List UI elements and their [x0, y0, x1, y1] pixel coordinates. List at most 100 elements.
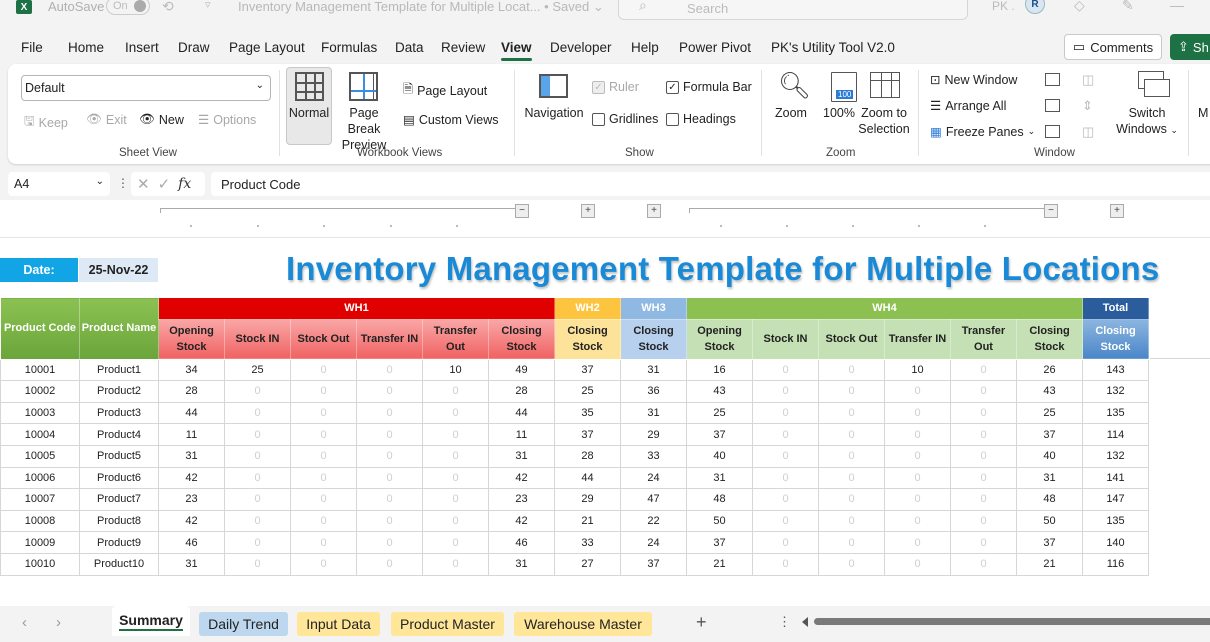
cell-wh1-transfer-out[interactable]: 0: [422, 401, 489, 425]
zoom-button[interactable]: Zoom: [770, 105, 812, 121]
cell-wh1-stock-in[interactable]: 25: [224, 358, 291, 382]
header-wh1-stock-in[interactable]: Stock IN: [224, 318, 291, 360]
cell-wh1-transfer-in[interactable]: 0: [356, 509, 423, 533]
customize-qat-icon[interactable]: ▿: [205, 0, 211, 11]
tab-view[interactable]: View: [501, 40, 532, 61]
cell-wh4-opening-stock[interactable]: 16: [686, 358, 753, 382]
cell-wh1-stock-out[interactable]: 0: [290, 401, 357, 425]
cell-wh4-stock-out[interactable]: 0: [818, 531, 885, 554]
cell-wh1-closing-stock[interactable]: 44: [488, 401, 555, 425]
cell-wh2-closing-stock[interactable]: 28: [554, 444, 621, 468]
expand-group-button[interactable]: +: [581, 204, 595, 218]
cell-product-code[interactable]: 10010: [0, 552, 80, 576]
cell-wh4-closing-stock[interactable]: 43: [1016, 380, 1083, 403]
cell-wh1-stock-out[interactable]: 0: [290, 509, 357, 533]
cell-wh4-transfer-in[interactable]: 0: [884, 488, 951, 511]
cell-wh2-closing-stock[interactable]: 29: [554, 488, 621, 511]
cell-wh1-transfer-out[interactable]: 10: [422, 358, 489, 382]
scroll-tabs-left-icon[interactable]: ‹: [22, 614, 27, 631]
cell-wh1-transfer-out[interactable]: 0: [422, 466, 489, 490]
cell-wh4-transfer-out[interactable]: 0: [950, 358, 1017, 382]
collapse-group-button[interactable]: −: [515, 204, 529, 218]
cell-wh4-transfer-out[interactable]: 0: [950, 401, 1017, 425]
page-layout-view-button[interactable]: 🗎 Page Layout: [403, 80, 487, 101]
cell-wh1-opening-stock[interactable]: 42: [158, 466, 225, 490]
header-wh1[interactable]: WH1: [158, 297, 555, 320]
cell-wh1-opening-stock[interactable]: 11: [158, 423, 225, 446]
cell-wh4-transfer-in[interactable]: 0: [884, 444, 951, 468]
scroll-tabs-right-icon[interactable]: ›: [56, 614, 61, 631]
cell-wh3-closing-stock[interactable]: 24: [620, 466, 687, 490]
diamond-icon[interactable]: ◇: [1074, 0, 1085, 14]
search-input[interactable]: ⌕ Search: [618, 0, 968, 20]
date-label[interactable]: Date:: [0, 258, 78, 282]
header-wh3[interactable]: WH3: [620, 297, 687, 320]
formula-input[interactable]: Product Code: [211, 172, 1210, 196]
header-wh4-opening-stock[interactable]: Opening Stock: [686, 318, 753, 360]
insert-function-icon[interactable]: fx: [178, 176, 191, 192]
cell-wh1-stock-in[interactable]: 0: [224, 466, 291, 490]
header-wh1-transfer-in[interactable]: Transfer IN: [356, 318, 423, 360]
cell-product-name[interactable]: Product9: [79, 531, 159, 554]
cell-wh1-stock-out[interactable]: 0: [290, 488, 357, 511]
header-wh4-transfer-in[interactable]: Transfer IN: [884, 318, 951, 360]
macros-button[interactable]: M: [1198, 105, 1208, 121]
view-side-by-side-icon[interactable]: ◫: [1082, 72, 1094, 88]
cell-wh1-stock-in[interactable]: 0: [224, 401, 291, 425]
cell-wh1-transfer-out[interactable]: 0: [422, 488, 489, 511]
cell-wh3-closing-stock[interactable]: 24: [620, 531, 687, 554]
cell-wh4-stock-out[interactable]: 0: [818, 488, 885, 511]
sheet-view-select[interactable]: Default ⌄: [21, 75, 271, 101]
cell-wh4-closing-stock[interactable]: 31: [1016, 466, 1083, 490]
cell-wh1-transfer-out[interactable]: 0: [422, 423, 489, 446]
cell-wh2-closing-stock[interactable]: 27: [554, 552, 621, 576]
cell-wh4-stock-out[interactable]: 0: [818, 466, 885, 490]
add-sheet-button[interactable]: +: [696, 612, 707, 633]
tab-formulas[interactable]: Formulas: [321, 40, 377, 55]
sheet-tab-warehouse-master[interactable]: Warehouse Master: [514, 612, 652, 636]
cell-wh3-closing-stock[interactable]: 33: [620, 444, 687, 468]
cell-wh4-stock-in[interactable]: 0: [752, 509, 819, 533]
cell-wh1-stock-out[interactable]: 0: [290, 466, 357, 490]
cell-wh1-stock-in[interactable]: 0: [224, 531, 291, 554]
cell-product-name[interactable]: Product6: [79, 466, 159, 490]
cell-wh1-stock-in[interactable]: 0: [224, 509, 291, 533]
cell-wh1-transfer-in[interactable]: 0: [356, 423, 423, 446]
zoom-100-button[interactable]: 100%: [818, 105, 860, 121]
header-wh1-transfer-out[interactable]: Transfer Out: [422, 318, 489, 360]
tab-data[interactable]: Data: [395, 40, 424, 55]
cell-wh4-stock-in[interactable]: 0: [752, 531, 819, 554]
more-icon[interactable]: ⋮: [778, 614, 791, 630]
cell-total-closing-stock[interactable]: 141: [1082, 466, 1149, 490]
cell-wh4-stock-out[interactable]: 0: [818, 423, 885, 446]
cell-wh3-closing-stock[interactable]: 31: [620, 401, 687, 425]
cell-wh1-closing-stock[interactable]: 28: [488, 380, 555, 403]
page-break-preview-button[interactable]: Page Break Preview: [334, 105, 394, 153]
cell-total-closing-stock[interactable]: 143: [1082, 358, 1149, 382]
cell-wh1-closing-stock[interactable]: 23: [488, 488, 555, 511]
cell-wh4-transfer-out[interactable]: 0: [950, 380, 1017, 403]
cell-wh1-opening-stock[interactable]: 44: [158, 401, 225, 425]
cell-wh4-opening-stock[interactable]: 37: [686, 423, 753, 446]
header-wh1-opening-stock[interactable]: Opening Stock: [158, 318, 225, 360]
cell-wh4-stock-out[interactable]: 0: [818, 401, 885, 425]
cell-wh1-stock-in[interactable]: 0: [224, 552, 291, 576]
split-icon[interactable]: [1045, 73, 1060, 86]
zoom-to-selection-button[interactable]: Zoom to Selection: [856, 105, 912, 137]
cell-wh4-transfer-out[interactable]: 0: [950, 552, 1017, 576]
cell-wh4-opening-stock[interactable]: 43: [686, 380, 753, 403]
expand-group-button[interactable]: +: [647, 204, 661, 218]
cell-wh4-stock-in[interactable]: 0: [752, 380, 819, 403]
cell-wh4-stock-in[interactable]: 0: [752, 488, 819, 511]
cell-wh1-stock-out[interactable]: 0: [290, 358, 357, 382]
cell-wh4-closing-stock[interactable]: 26: [1016, 358, 1083, 382]
cell-wh2-closing-stock[interactable]: 35: [554, 401, 621, 425]
header-wh4-stock-in[interactable]: Stock IN: [752, 318, 819, 360]
synchronous-scrolling-icon[interactable]: ⇕: [1082, 98, 1093, 114]
cell-wh4-stock-out[interactable]: 0: [818, 444, 885, 468]
cell-wh4-stock-in[interactable]: 0: [752, 401, 819, 425]
header-total[interactable]: Total: [1082, 297, 1149, 320]
cell-wh1-stock-out[interactable]: 0: [290, 552, 357, 576]
cell-product-code[interactable]: 10002: [0, 380, 80, 403]
pen-icon[interactable]: ✎: [1122, 0, 1134, 14]
